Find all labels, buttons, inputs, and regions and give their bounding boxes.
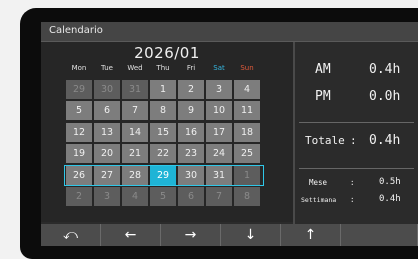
month-hours-label: Mese	[309, 178, 328, 187]
day-cell[interactable]: 1	[150, 80, 176, 99]
day-cell[interactable]: 20	[94, 144, 120, 164]
day-cell[interactable]: 15	[150, 122, 176, 142]
day-cell[interactable]: 29	[66, 80, 92, 99]
arrow-down-icon: ↓	[244, 227, 257, 243]
total-label: Totale	[305, 134, 345, 147]
month-hours-colon: :	[350, 178, 355, 187]
day-cell[interactable]: 16	[178, 122, 204, 142]
day-cell[interactable]: 31	[122, 80, 148, 99]
week-hours-colon: :	[350, 195, 355, 204]
calendar-grid: 29 30 31 1 2 3 4 5 6 7 8 9 10 11 12 13 14 15 16 17 18 19 20 21 2…	[66, 80, 262, 206]
total-colon: :	[350, 134, 357, 147]
month-hours-value: 0.5h	[379, 177, 401, 187]
month-title: 2026/01	[134, 44, 200, 62]
day-cell[interactable]: 21	[122, 144, 148, 164]
day-cell[interactable]: 18	[234, 122, 260, 142]
day-cell[interactable]: 24	[206, 144, 232, 164]
day-cell[interactable]: 4	[122, 187, 148, 206]
window-title: Calendario	[49, 25, 103, 36]
day-cell[interactable]: 11	[234, 101, 260, 121]
summary-divider	[299, 122, 414, 123]
calendar-panel: 2026/01 Mon Tue Wed Thu Fri Sat Sun 29 30 31 1 2 3 4…	[41, 42, 293, 222]
day-cell[interactable]: 3	[94, 187, 120, 206]
day-cell[interactable]: 9	[178, 101, 204, 121]
day-cell[interactable]: 5	[66, 101, 92, 121]
day-cell[interactable]: 2	[178, 80, 204, 99]
toolbar-empty-slot	[341, 224, 418, 246]
day-cell[interactable]: 30	[94, 80, 120, 99]
am-label: AM	[315, 62, 331, 77]
week-hours-value: 0.4h	[379, 194, 401, 204]
back-icon: ⤺	[63, 227, 78, 243]
day-cell[interactable]: 13	[94, 122, 120, 142]
arrow-left-icon: ←	[124, 227, 137, 243]
arrow-up-icon: ↑	[304, 227, 317, 243]
day-cell[interactable]: 3	[206, 80, 232, 99]
device-screen: Calendario 2026/01 Mon Tue Wed Thu Fri Sat Sun…	[41, 22, 418, 246]
day-cell[interactable]: 14	[122, 122, 148, 142]
day-cell[interactable]: 25	[234, 144, 260, 164]
am-value: 0.4h	[369, 62, 401, 77]
summary-divider-2	[299, 168, 414, 169]
navigation-toolbar: ⤺ ← → ↓ ↑	[41, 224, 418, 246]
day-cell[interactable]: 5	[150, 187, 176, 206]
day-cell[interactable]: 22	[150, 144, 176, 164]
day-cell[interactable]: 8	[150, 101, 176, 121]
arrow-left-button[interactable]: ←	[101, 224, 161, 246]
week-hours-label: Settimana	[301, 196, 337, 204]
title-bar: Calendario	[41, 22, 418, 42]
arrow-down-button[interactable]: ↓	[221, 224, 281, 246]
day-cell[interactable]: 7	[122, 101, 148, 121]
day-cell[interactable]: 6	[178, 187, 204, 206]
weekday-label-mon: Mon	[71, 64, 87, 72]
day-cell[interactable]: 12	[66, 122, 92, 142]
arrow-right-icon: →	[184, 227, 197, 243]
hours-summary-panel: AM 0.4h PM 0.0h Totale : 0.4h Mese : 0.5…	[295, 42, 418, 224]
day-cell[interactable]: 23	[178, 144, 204, 164]
selected-week-highlight	[64, 164, 264, 186]
day-cell[interactable]: 19	[66, 144, 92, 164]
day-cell[interactable]: 17	[206, 122, 232, 142]
weekday-label-fri: Fri	[186, 64, 196, 72]
pm-value: 0.0h	[369, 89, 401, 104]
day-cell[interactable]: 4	[234, 80, 260, 99]
day-cell[interactable]: 7	[206, 187, 232, 206]
day-cell[interactable]: 10	[206, 101, 232, 121]
arrow-right-button[interactable]: →	[161, 224, 221, 246]
back-button[interactable]: ⤺	[41, 224, 101, 246]
weekday-label-thu: Thu	[156, 64, 170, 72]
weekday-label-wed: Wed	[127, 64, 143, 72]
arrow-up-button[interactable]: ↑	[281, 224, 341, 246]
pm-label: PM	[315, 89, 331, 104]
weekday-label-sun: Sun	[240, 64, 254, 72]
weekday-header: Mon Tue Wed Thu Fri Sat Sun	[65, 64, 261, 74]
day-cell[interactable]: 8	[234, 187, 260, 206]
weekday-label-sat: Sat	[213, 64, 225, 72]
total-value: 0.4h	[369, 133, 401, 148]
weekday-label-tue: Tue	[101, 64, 113, 72]
day-cell[interactable]: 2	[66, 187, 92, 206]
day-cell[interactable]: 6	[94, 101, 120, 121]
